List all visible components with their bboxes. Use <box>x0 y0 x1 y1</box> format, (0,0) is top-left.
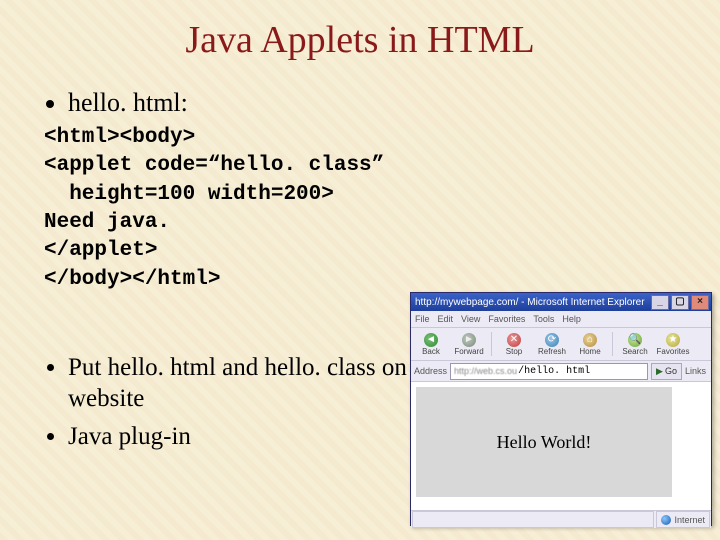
java-applet-area: Hello World! <box>416 387 672 497</box>
bullet-list-top: hello. html: <box>40 88 680 118</box>
star-icon: ★ <box>666 333 680 347</box>
bullet-java-plugin: Java plug-in <box>68 421 428 452</box>
slide-title: Java Applets in HTML <box>40 18 680 62</box>
refresh-icon: ⟳ <box>545 333 559 347</box>
address-label: Address <box>414 366 447 376</box>
bullet-hello-html: hello. html: <box>68 88 680 118</box>
code-line: Need java. <box>44 211 170 234</box>
minimize-button[interactable]: _ <box>651 295 669 310</box>
stop-button[interactable]: ✕ Stop <box>496 328 532 360</box>
stop-label: Stop <box>506 347 522 356</box>
menu-help[interactable]: Help <box>562 314 581 324</box>
browser-titlebar: http://mywebpage.com/ - Microsoft Intern… <box>411 293 711 311</box>
address-prefix: http://web.cs.ou <box>454 366 517 376</box>
search-button[interactable]: 🔍 Search <box>617 328 653 360</box>
forward-icon: ► <box>462 333 476 347</box>
code-line: <applet code=“hello. class” <box>44 154 384 177</box>
status-zone: Internet <box>656 511 710 528</box>
applet-output: Hello World! <box>497 432 592 453</box>
go-label: Go <box>665 366 677 376</box>
stop-icon: ✕ <box>507 333 521 347</box>
code-line: </applet> <box>44 239 157 262</box>
status-bar: Internet <box>411 511 711 528</box>
globe-icon <box>661 515 671 525</box>
forward-button[interactable]: ► Forward <box>451 328 487 360</box>
menu-file[interactable]: File <box>415 314 430 324</box>
favorites-label: Favorites <box>657 347 690 356</box>
search-label: Search <box>622 347 647 356</box>
browser-menubar: File Edit View Favorites Tools Help <box>411 311 711 328</box>
address-bar: Address http://web.cs.ou/hello. html ▶Go… <box>411 361 711 382</box>
refresh-button[interactable]: ⟳ Refresh <box>534 328 570 360</box>
bullet-put-files: Put hello. html and hello. class on webs… <box>68 352 428 415</box>
slide: Java Applets in HTML hello. html: <html>… <box>0 0 720 540</box>
toolbar-separator <box>491 332 492 356</box>
browser-title: http://mywebpage.com/ - Microsoft Intern… <box>415 297 649 308</box>
back-label: Back <box>422 347 440 356</box>
home-icon: ⌂ <box>583 333 597 347</box>
menu-favorites[interactable]: Favorites <box>488 314 525 324</box>
favorites-button[interactable]: ★ Favorites <box>655 328 691 360</box>
back-button[interactable]: ◄ Back <box>413 328 449 360</box>
maximize-button[interactable]: ▢ <box>671 295 689 310</box>
code-line: height=100 width=200> <box>44 183 334 206</box>
browser-window: http://mywebpage.com/ - Microsoft Intern… <box>410 292 712 526</box>
search-icon: 🔍 <box>628 333 642 347</box>
menu-tools[interactable]: Tools <box>533 314 554 324</box>
links-label[interactable]: Links <box>685 366 708 376</box>
refresh-label: Refresh <box>538 347 566 356</box>
code-block: <html><body> <applet code=“hello. class”… <box>44 124 680 294</box>
code-line: <html><body> <box>44 126 195 149</box>
forward-label: Forward <box>454 347 483 356</box>
back-icon: ◄ <box>424 333 438 347</box>
home-button[interactable]: ⌂ Home <box>572 328 608 360</box>
go-button[interactable]: ▶Go <box>651 363 682 380</box>
home-label: Home <box>579 347 600 356</box>
go-icon: ▶ <box>656 366 663 377</box>
close-button[interactable]: × <box>691 295 709 310</box>
toolbar-separator <box>612 332 613 356</box>
browser-toolbar: ◄ Back ► Forward ✕ Stop ⟳ Refresh ⌂ Home <box>411 328 711 361</box>
address-input[interactable]: http://web.cs.ou/hello. html <box>450 363 648 380</box>
code-line: </body></html> <box>44 268 220 291</box>
status-spacer <box>412 511 654 528</box>
status-text: Internet <box>674 515 705 525</box>
menu-edit[interactable]: Edit <box>438 314 454 324</box>
browser-viewport: Hello World! <box>411 382 711 511</box>
menu-view[interactable]: View <box>461 314 480 324</box>
bullet-list-bottom: Put hello. html and hello. class on webs… <box>40 352 428 458</box>
address-suffix: /hello. html <box>518 366 590 377</box>
